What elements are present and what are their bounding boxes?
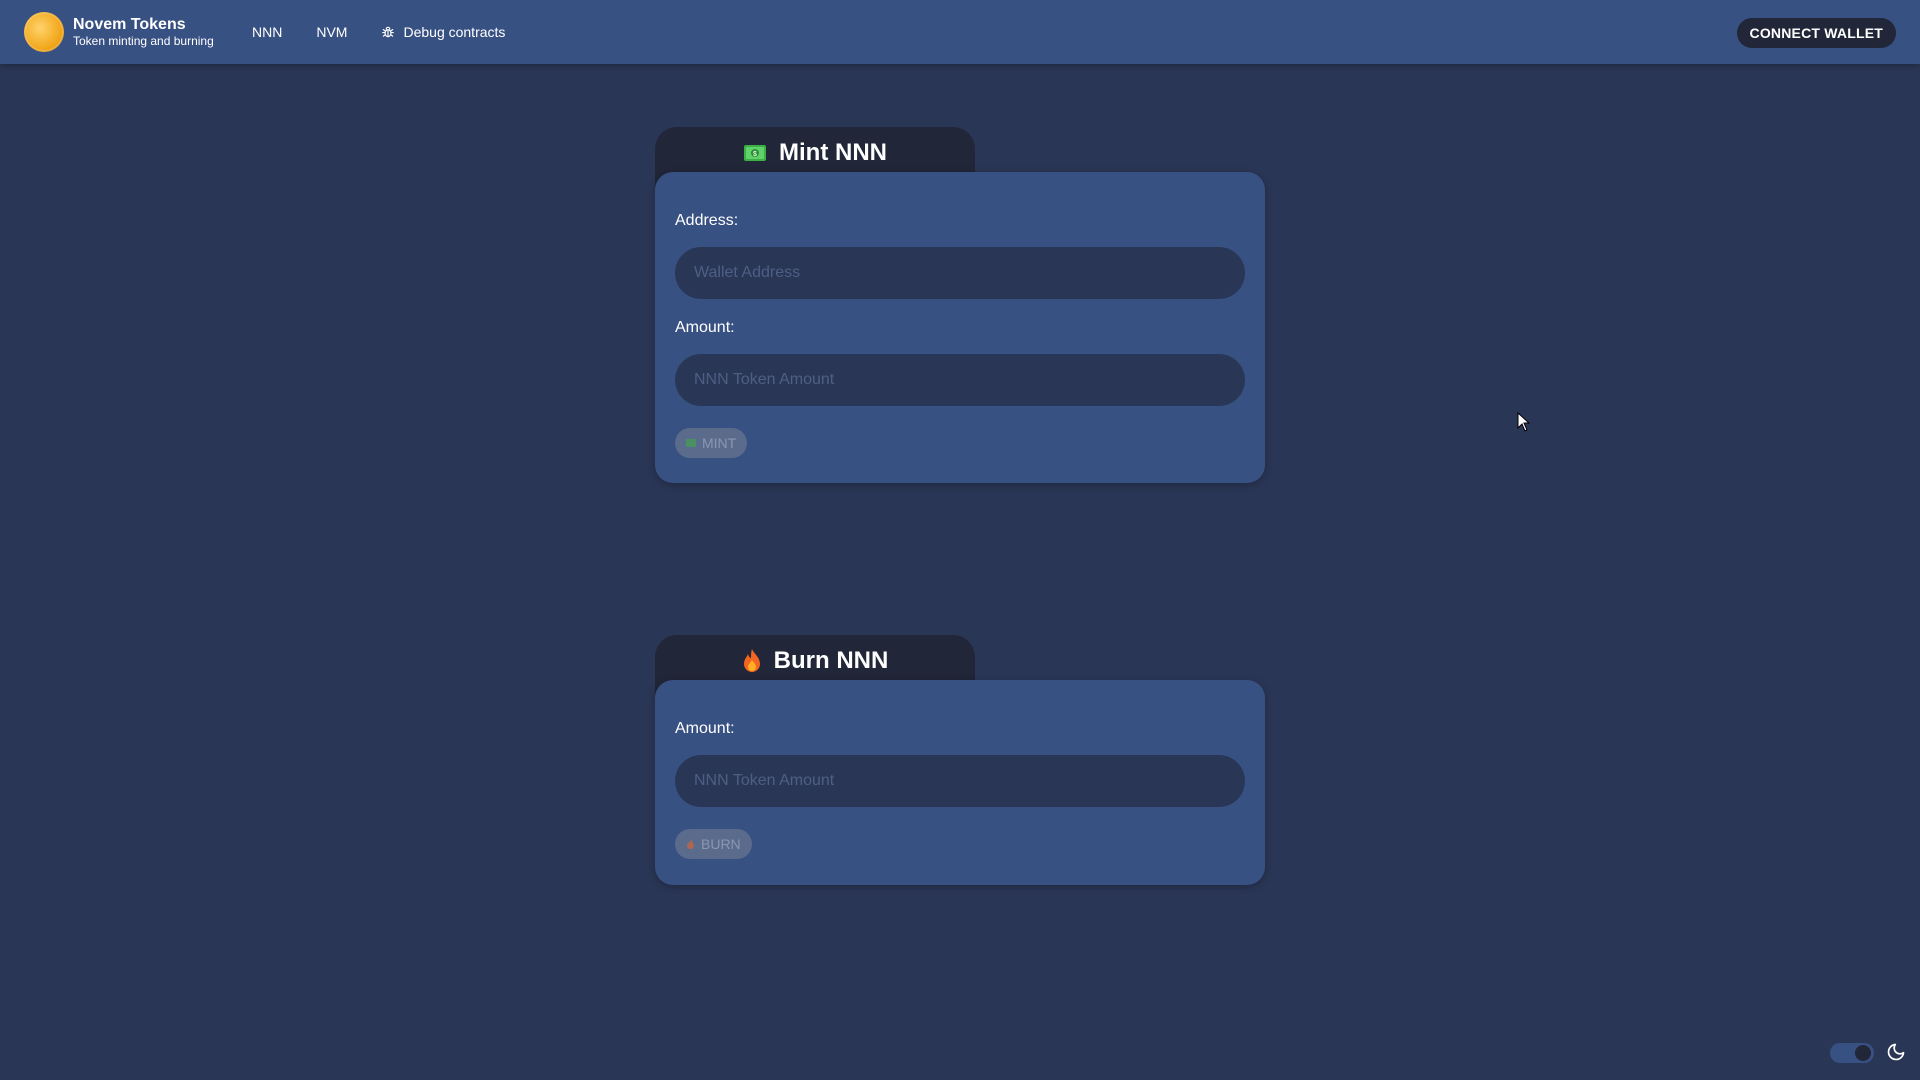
mint-section: $ Mint NNN Address: Amount: MINT (655, 127, 1265, 483)
mint-title-row: $ Mint NNN (743, 139, 887, 167)
money-icon: $ (743, 143, 767, 163)
fire-icon (742, 648, 762, 674)
theme-toggle[interactable] (1830, 1043, 1874, 1063)
burn-amount-label: Amount: (675, 720, 735, 737)
burn-amount-input[interactable] (675, 755, 1245, 807)
address-label: Address: (675, 212, 739, 229)
brand-text: Novem Tokens Token minting and burning (73, 16, 214, 49)
brand[interactable]: Novem Tokens Token minting and burning (24, 12, 214, 52)
mouse-cursor-icon (1517, 412, 1531, 432)
burn-title: Burn NNN (773, 647, 889, 674)
burn-section: Burn NNN Amount: BURN (655, 635, 1265, 885)
mint-title: Mint NNN (779, 139, 887, 166)
fire-icon (686, 838, 695, 850)
svg-text:$: $ (753, 151, 757, 158)
bug-icon (382, 26, 395, 38)
coin-logo-icon (24, 12, 64, 52)
mint-button[interactable]: MINT (675, 428, 748, 458)
nav-item-nvm[interactable]: NVM (304, 18, 359, 46)
mint-amount-input[interactable] (675, 354, 1245, 406)
burn-card: Amount: BURN (655, 680, 1265, 885)
mint-card: Address: Amount: MINT (655, 172, 1265, 483)
nav-item-label: NVM (316, 24, 348, 40)
main-nav: NNN NVM Debug contracts (240, 0, 527, 64)
burn-button-label: BURN (701, 836, 741, 852)
connect-wallet-button[interactable]: CONNECT WALLET (1736, 18, 1896, 48)
wallet-address-input[interactable] (675, 247, 1245, 299)
nav-item-nnn[interactable]: NNN (240, 18, 294, 46)
header: Novem Tokens Token minting and burning N… (0, 0, 1920, 64)
mint-amount-label: Amount: (675, 319, 735, 336)
nav-item-debug-contracts[interactable]: Debug contracts (369, 18, 517, 46)
nav-item-label: NNN (252, 24, 283, 40)
theme-toggle-knob (1855, 1045, 1871, 1061)
brand-title: Novem Tokens (73, 15, 186, 33)
brand-subtitle: Token minting and burning (73, 34, 214, 49)
nav-item-label: Debug contracts (403, 24, 506, 40)
burn-button[interactable]: BURN (675, 829, 752, 859)
moon-icon (1887, 1043, 1905, 1061)
money-icon (686, 438, 696, 448)
mint-button-label: MINT (702, 435, 737, 451)
burn-title-row: Burn NNN (742, 647, 889, 675)
